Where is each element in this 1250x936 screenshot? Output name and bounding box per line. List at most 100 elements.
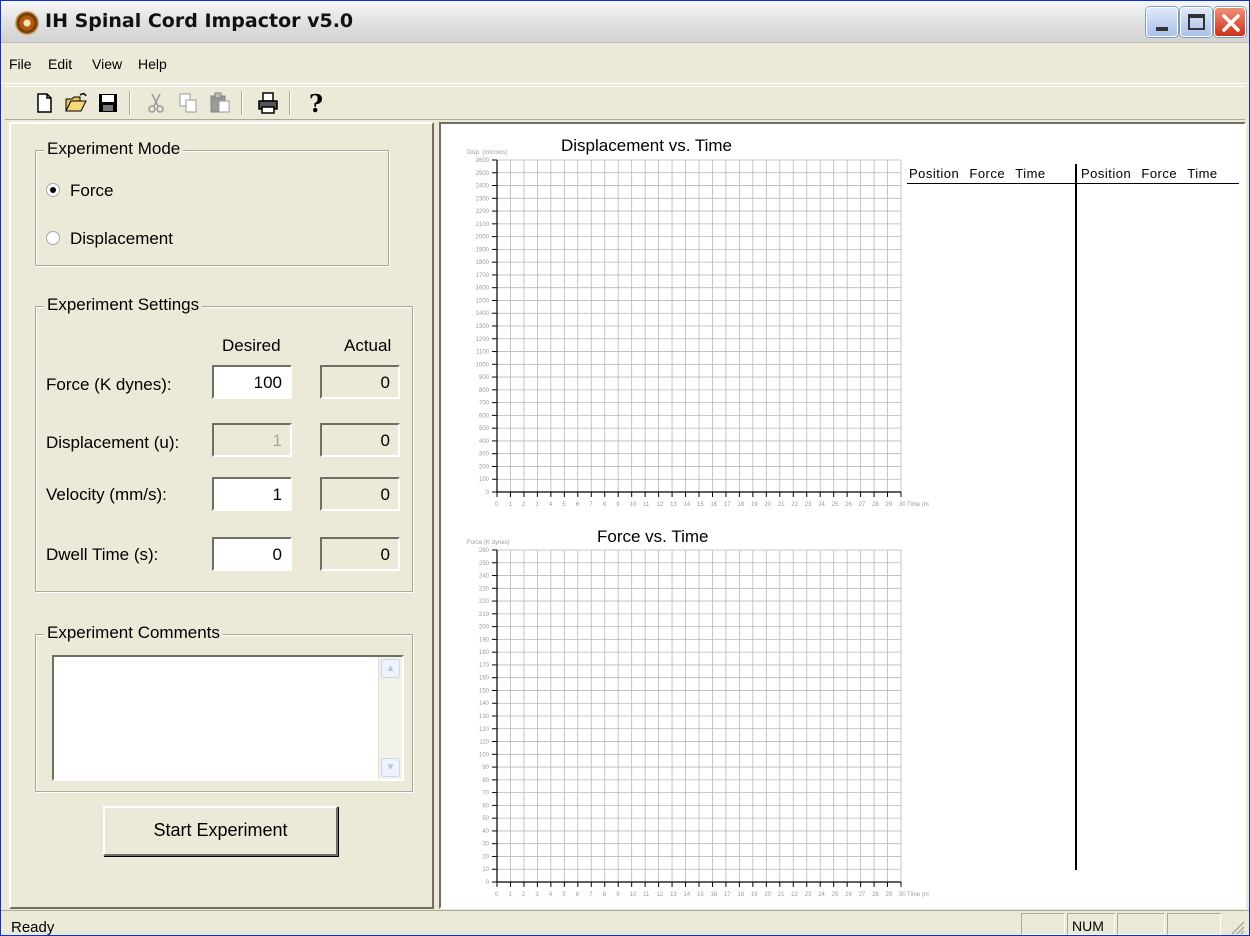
comments-scrollbar[interactable]: ▲ ▼ <box>378 657 402 779</box>
col-force-1: Force <box>969 166 1006 181</box>
x-tick-label: 2 <box>522 892 526 898</box>
x-tick-label: 12 <box>657 892 664 898</box>
x-tick-label: 18 <box>737 502 744 508</box>
x-tick-label: 6 <box>576 892 580 898</box>
x-tick-label: 23 <box>805 502 812 508</box>
y-tick-label: 2000 <box>476 235 490 241</box>
status-bar: Ready NUM <box>1 910 1249 935</box>
x-tick-label: 23 <box>805 892 812 898</box>
toolbar-separator <box>241 91 243 115</box>
displacement-actual-field: 0 <box>320 423 400 457</box>
y-tick-label: 100 <box>479 477 490 483</box>
menu-help[interactable]: Help <box>138 56 167 72</box>
x-tick-label: 10 <box>630 502 637 508</box>
y-tick-label: 2300 <box>476 196 490 202</box>
data-table-divider <box>1075 164 1077 870</box>
new-icon[interactable] <box>31 90 57 116</box>
radio-button[interactable] <box>46 231 60 245</box>
y-tick-label: 2100 <box>476 222 490 228</box>
y-tick-label: 2400 <box>476 184 490 190</box>
y-tick-label: 60 <box>482 803 489 809</box>
y-tick-label: 190 <box>479 637 490 643</box>
x-tick-label: 12 <box>657 502 664 508</box>
x-tick-label: 13 <box>670 892 677 898</box>
x-tick-label: 30 <box>899 892 906 898</box>
x-tick-label: 13 <box>670 502 677 508</box>
menu-view[interactable]: View <box>92 56 122 72</box>
radio-displacement[interactable]: Displacement <box>46 229 173 249</box>
x-tick-label: 25 <box>832 892 839 898</box>
y-tick-label: 1300 <box>476 324 490 330</box>
y-tick-label: 2600 <box>476 158 490 164</box>
menu-edit[interactable]: Edit <box>48 56 72 72</box>
x-tick-label: 20 <box>764 892 771 898</box>
force-desired-input[interactable]: 100 <box>212 365 292 399</box>
save-icon[interactable] <box>95 90 121 116</box>
y-tick-label: 70 <box>482 791 489 797</box>
col-actual-header: Actual <box>344 336 392 355</box>
displacement-label: Displacement (u): <box>46 433 180 452</box>
x-tick-label: 27 <box>859 892 866 898</box>
close-button[interactable] <box>1214 7 1246 37</box>
toolbar-separator <box>129 91 131 115</box>
maximize-button[interactable] <box>1180 7 1212 37</box>
scroll-up-icon[interactable]: ▲ <box>381 659 400 678</box>
x-tick-label: 19 <box>751 892 758 898</box>
title-bar[interactable]: IH Spinal Cord Impactor v5.0 <box>1 1 1249 43</box>
minimize-button[interactable] <box>1146 7 1178 37</box>
force-actual-field: 0 <box>320 365 400 399</box>
y-tick-label: 1600 <box>476 286 490 292</box>
scroll-down-icon[interactable]: ▼ <box>381 758 400 777</box>
radio-force-label: Force <box>70 181 114 200</box>
copy-icon[interactable] <box>175 90 201 116</box>
menu-file[interactable]: File <box>9 56 32 72</box>
x-tick-label: 15 <box>697 502 704 508</box>
y-tick-label: 210 <box>479 612 490 618</box>
comments-textarea[interactable]: ▲ ▼ <box>52 655 404 781</box>
dwell-time-actual-field: 0 <box>320 537 400 571</box>
y-tick-label: 50 <box>482 816 489 822</box>
x-tick-label: 29 <box>886 892 893 898</box>
x-tick-label: 3 <box>535 502 539 508</box>
x-tick-label: 24 <box>818 502 825 508</box>
y-tick-label: 40 <box>482 829 489 835</box>
y-tick-label: 300 <box>479 452 490 458</box>
help-icon[interactable]: ? <box>303 89 329 118</box>
status-pane-caps <box>1021 913 1065 935</box>
minimize-icon <box>1156 27 1168 31</box>
force-label: Force (K dynes): <box>46 375 172 394</box>
y-tick-label: 10 <box>482 867 489 873</box>
chart-panel: Displacement vs. Time 0 1 2 3 4 5 6 7 8 9 10 11 12 13… <box>439 122 1246 909</box>
control-panel: Experiment Mode Force Displacement Exper… <box>9 122 434 909</box>
velocity-desired-input[interactable]: 1 <box>212 477 292 511</box>
cut-icon[interactable] <box>143 90 169 116</box>
open-icon[interactable] <box>63 90 89 116</box>
dwell-time-label: Dwell Time (s): <box>46 545 159 564</box>
radio-force[interactable]: Force <box>46 181 113 201</box>
radio-button-selected[interactable] <box>46 183 60 197</box>
status-pane-num: NUM <box>1067 913 1115 935</box>
print-icon[interactable] <box>255 90 281 116</box>
x-tick-label: 19 <box>751 502 758 508</box>
resize-grip-icon[interactable] <box>1229 919 1245 935</box>
window-title: IH Spinal Cord Impactor v5.0 <box>45 10 354 32</box>
y-tick-label: 500 <box>479 426 490 432</box>
start-experiment-button[interactable]: Start Experiment <box>103 806 338 856</box>
data-table-header-rule <box>907 183 1239 184</box>
velocity-label: Velocity (mm/s): <box>46 485 167 504</box>
y-tick-label: 150 <box>479 688 490 694</box>
paste-icon[interactable] <box>207 90 233 116</box>
y-axis-label: Force (K dynes) <box>467 540 510 546</box>
y-tick-label: 600 <box>479 413 490 419</box>
dwell-time-desired-input[interactable]: 0 <box>212 537 292 571</box>
x-tick-label: 16 <box>710 892 717 898</box>
x-tick-label: 3 <box>535 892 539 898</box>
app-icon[interactable] <box>15 11 39 35</box>
x-tick-label: 0 <box>495 892 499 898</box>
experiment-comments-group: Experiment Comments ▲ ▼ <box>35 623 413 792</box>
x-tick-label: 15 <box>697 892 704 898</box>
data-table-header-2: Position Force Time <box>1081 166 1218 181</box>
y-axis-label: Disp. (microns) <box>467 150 507 156</box>
y-tick-label: 1900 <box>476 247 490 253</box>
x-tick-label: 10 <box>630 892 637 898</box>
